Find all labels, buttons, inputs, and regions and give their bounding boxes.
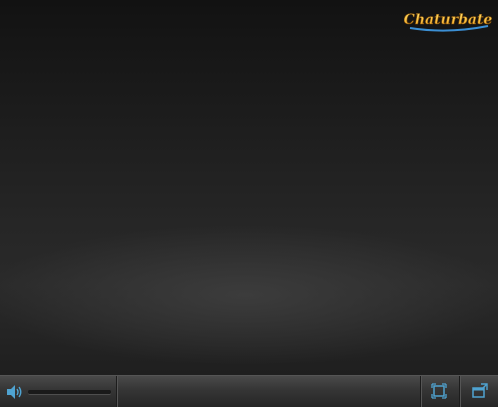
player-control-bar bbox=[0, 375, 498, 407]
volume-slider[interactable] bbox=[28, 390, 111, 394]
popout-window-icon[interactable] bbox=[472, 383, 488, 399]
fit-screen-icon[interactable] bbox=[431, 383, 447, 399]
chaturbate-logo[interactable]: Chaturbate bbox=[404, 4, 492, 34]
logo-text: Chaturbate bbox=[404, 12, 492, 28]
video-player[interactable]: Chaturbate bbox=[0, 0, 498, 407]
control-divider bbox=[116, 376, 117, 407]
control-divider bbox=[420, 376, 421, 407]
volume-level-fill bbox=[28, 390, 111, 394]
control-divider bbox=[459, 376, 460, 407]
speaker-icon[interactable] bbox=[5, 384, 23, 400]
